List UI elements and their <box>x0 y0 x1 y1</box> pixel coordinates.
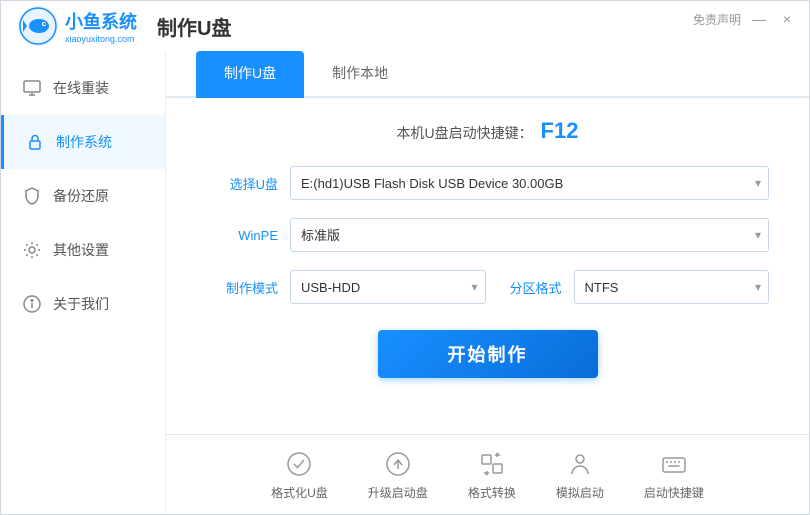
winpe-select[interactable]: 标准版 <box>290 218 769 252</box>
toolbar-label-simulate-boot: 模拟启动 <box>556 484 604 501</box>
person-icon <box>564 448 596 480</box>
tab-make-usb[interactable]: 制作U盘 <box>196 51 304 98</box>
sidebar-item-make-system[interactable]: 制作系统 <box>1 115 165 169</box>
toolbar-label-boot-shortcut: 启动快捷键 <box>644 484 704 501</box>
sidebar: 在线重装 制作系统 备份还原 <box>1 51 166 514</box>
bottom-toolbar: 格式化U盘 升级启动盘 <box>166 434 809 514</box>
hotkey-hint: 本机U盘启动快捷键： F12 <box>206 118 769 144</box>
main-window: 小鱼系统 xiaoyuxitong.com 制作U盘 免责声明 — × <box>0 0 810 515</box>
disclaimer-button[interactable]: 免责声明 <box>693 11 741 28</box>
main-layout: 在线重装 制作系统 备份还原 <box>1 51 809 514</box>
mode-partition-row: 制作模式 USB-HDD 分区格式 NTFS <box>206 270 769 304</box>
logo-text: 小鱼系统 xiaoyuxitong.com <box>65 8 137 44</box>
logo: 小鱼系统 xiaoyuxitong.com <box>17 5 137 47</box>
sidebar-label-make-system: 制作系统 <box>56 132 112 152</box>
form-area: 本机U盘启动快捷键： F12 选择U盘 E:(hd1)USB Flash Dis… <box>166 98 809 434</box>
hotkey-value: F12 <box>541 118 579 143</box>
logo-icon <box>17 5 59 47</box>
sidebar-item-backup-restore[interactable]: 备份还原 <box>1 169 165 223</box>
start-button-container: 开始制作 <box>206 322 769 378</box>
close-button[interactable]: × <box>777 9 797 29</box>
convert-icon <box>476 448 508 480</box>
sidebar-item-other-settings[interactable]: 其他设置 <box>1 223 165 277</box>
usb-select-wrapper: E:(hd1)USB Flash Disk USB Device 30.00GB <box>290 166 769 200</box>
lock-icon <box>24 131 46 153</box>
check-circle-icon <box>283 448 315 480</box>
sidebar-item-online-reinstall[interactable]: 在线重装 <box>1 61 165 115</box>
usb-select-row: 选择U盘 E:(hd1)USB Flash Disk USB Device 30… <box>206 166 769 200</box>
sidebar-label-other-settings: 其他设置 <box>53 240 109 260</box>
winpe-select-wrapper: 标准版 <box>290 218 769 252</box>
toolbar-boot-shortcut[interactable]: 启动快捷键 <box>644 448 704 501</box>
winpe-label: WinPE <box>206 228 278 243</box>
hotkey-prefix: 本机U盘启动快捷键： <box>397 125 533 141</box>
shield-icon <box>21 185 43 207</box>
mode-select[interactable]: USB-HDD <box>290 270 486 304</box>
usb-select-label: 选择U盘 <box>206 174 278 193</box>
mode-select-wrapper: USB-HDD <box>290 270 486 304</box>
tab-bar: 制作U盘 制作本地 <box>166 51 809 98</box>
keyboard-icon <box>658 448 690 480</box>
partition-select-wrapper: NTFS <box>574 270 770 304</box>
partition-label: 分区格式 <box>510 278 562 297</box>
toolbar-label-upgrade-boot: 升级启动盘 <box>368 484 428 501</box>
logo-sub: xiaoyuxitong.com <box>65 34 137 44</box>
toolbar-simulate-boot[interactable]: 模拟启动 <box>556 448 604 501</box>
window-controls: 免责声明 — × <box>693 9 797 29</box>
toolbar-format-usb[interactable]: 格式化U盘 <box>271 448 328 501</box>
gear-icon <box>21 239 43 261</box>
monitor-icon <box>21 77 43 99</box>
partition-select[interactable]: NTFS <box>574 270 770 304</box>
upload-circle-icon <box>382 448 414 480</box>
page-title: 制作U盘 <box>157 12 231 41</box>
sidebar-label-about-us: 关于我们 <box>53 294 109 314</box>
logo-main: 小鱼系统 <box>65 8 137 34</box>
tab-make-local[interactable]: 制作本地 <box>304 51 416 98</box>
toolbar-label-format-usb: 格式化U盘 <box>271 484 328 501</box>
usb-select[interactable]: E:(hd1)USB Flash Disk USB Device 30.00GB <box>290 166 769 200</box>
mode-label: 制作模式 <box>206 278 278 297</box>
winpe-row: WinPE 标准版 <box>206 218 769 252</box>
sidebar-label-backup-restore: 备份还原 <box>53 186 109 206</box>
titlebar: 小鱼系统 xiaoyuxitong.com 制作U盘 免责声明 — × <box>1 1 809 51</box>
toolbar-label-format-convert: 格式转换 <box>468 484 516 501</box>
sidebar-label-online-reinstall: 在线重装 <box>53 78 109 98</box>
info-icon <box>21 293 43 315</box>
minimize-button[interactable]: — <box>749 9 769 29</box>
start-button[interactable]: 开始制作 <box>378 330 598 378</box>
toolbar-upgrade-boot[interactable]: 升级启动盘 <box>368 448 428 501</box>
toolbar-format-convert[interactable]: 格式转换 <box>468 448 516 501</box>
content-area: 制作U盘 制作本地 本机U盘启动快捷键： F12 选择U盘 E:(hd1)USB… <box>166 51 809 514</box>
sidebar-item-about-us[interactable]: 关于我们 <box>1 277 165 331</box>
